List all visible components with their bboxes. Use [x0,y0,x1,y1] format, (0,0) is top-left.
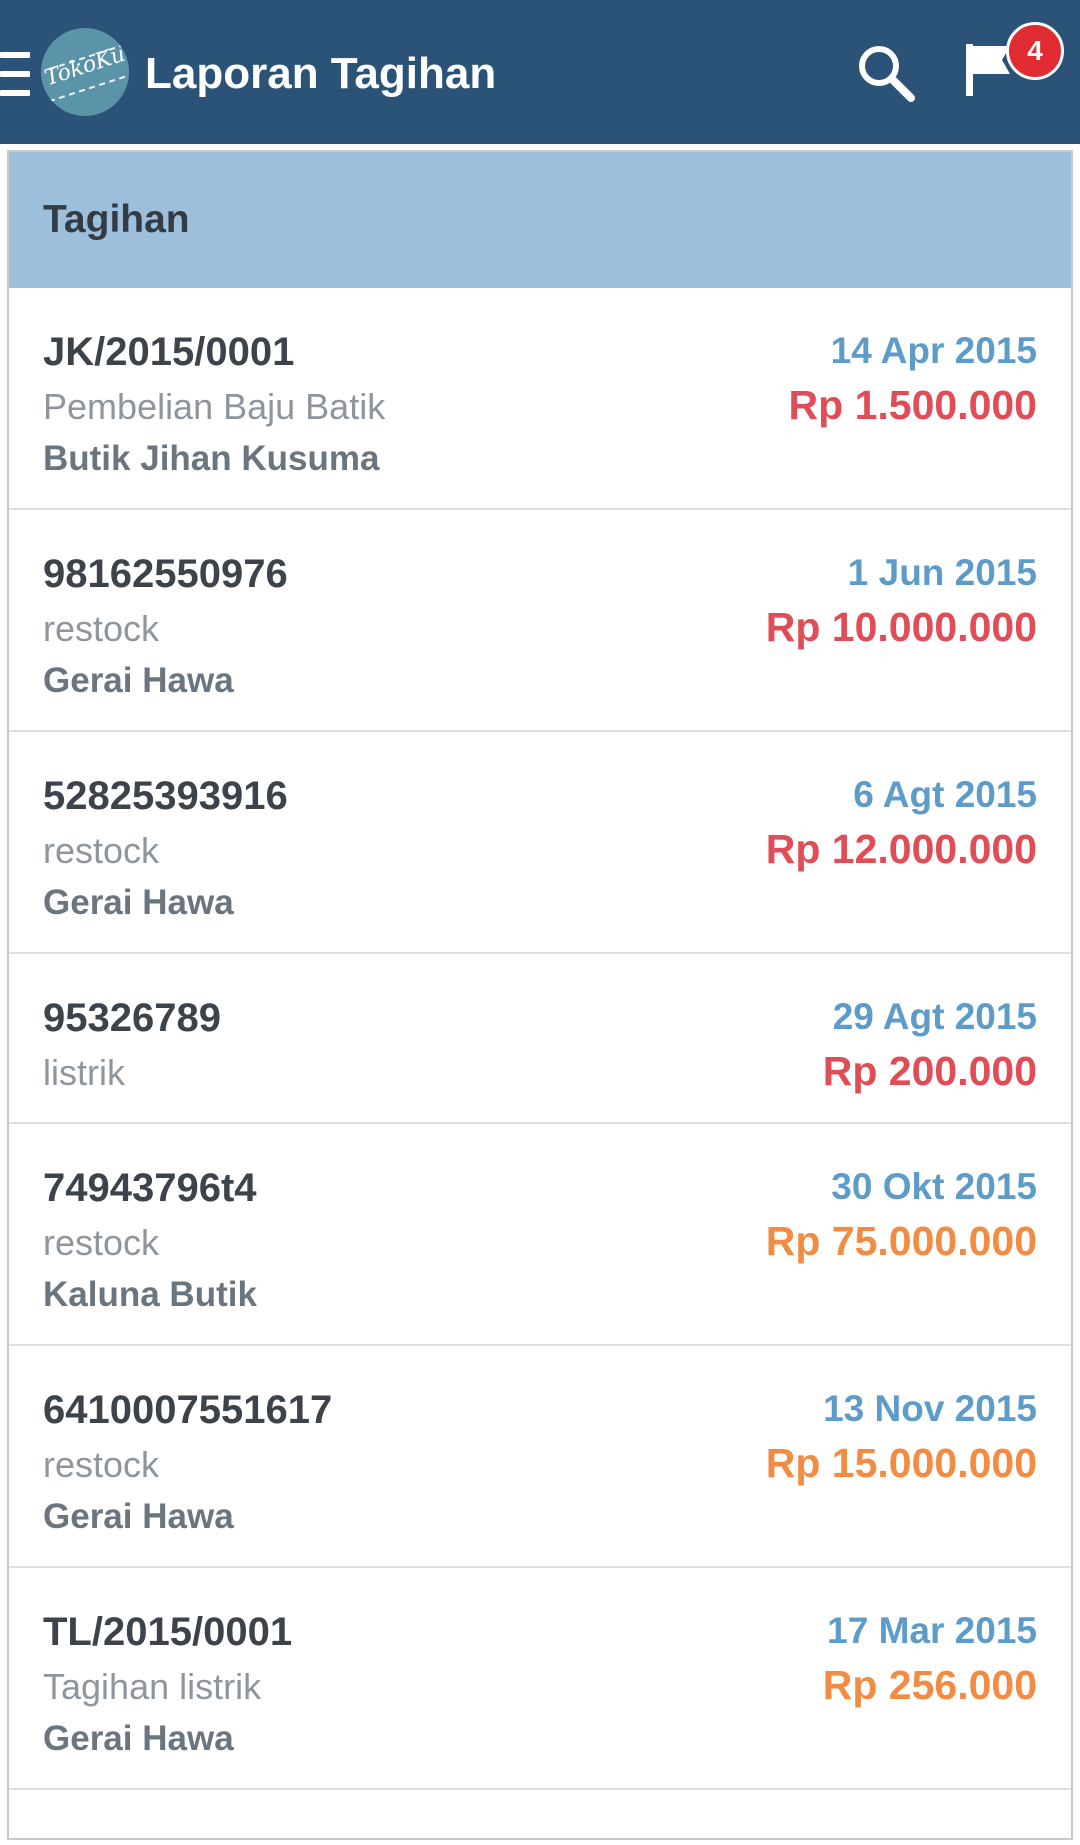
bill-id: JK/2015/0001 [43,330,295,374]
bill-amount: Rp 10.000.000 [765,604,1037,650]
logo-text: TokoKu [41,41,129,92]
bill-row[interactable]: TL/2015/0001 Tagihan listrik Gerai Hawa … [9,1568,1071,1790]
bill-vendor: Gerai Hawa [43,1497,234,1536]
bill-id: 95326789 [43,996,221,1040]
bill-date: 1 Jun 2015 [847,552,1037,593]
bill-date: 29 Agt 2015 [832,996,1037,1037]
bill-row[interactable]: 74943796t4 restock Kaluna Butik 30 Okt 2… [9,1124,1071,1346]
bill-description: Tagihan listrik [43,1666,262,1707]
bill-vendor: Butik Jihan Kusuma [43,439,380,478]
bill-description: restock [43,830,160,871]
hamburger-menu-icon[interactable] [0,52,30,96]
bill-row[interactable]: JK/2015/0001 Pembelian Baju Batik Butik … [9,288,1071,510]
bill-row[interactable]: 95326789 listrik 29 Agt 2015 Rp 200.000 [9,954,1071,1124]
page-title: Laporan Tagihan [145,49,497,98]
tokoku-logo[interactable]: TokoKu [41,28,129,116]
bill-amount: Rp 75.000.000 [765,1218,1037,1264]
notification-badge[interactable]: 4 [1006,22,1064,80]
panel-header: Tagihan [9,152,1071,288]
bill-id: TL/2015/0001 [43,1610,293,1654]
bill-row[interactable]: 52825393916 restock Gerai Hawa 6 Agt 201… [9,732,1071,954]
bill-amount: Rp 200.000 [822,1048,1037,1094]
bill-date: 6 Agt 2015 [853,774,1037,815]
bill-description: Pembelian Baju Batik [43,386,386,427]
bill-vendor: Kaluna Butik [43,1275,257,1314]
bill-id: 52825393916 [43,774,288,818]
bills-panel: Tagihan JK/2015/0001 Pembelian Baju Bati… [7,150,1073,1840]
bill-id: 6410007551617 [43,1388,333,1432]
bill-date: 17 Mar 2015 [827,1610,1037,1651]
bill-row[interactable]: 6410007551617 restock Gerai Hawa 13 Nov … [9,1346,1071,1568]
bill-amount: Rp 12.000.000 [765,826,1037,872]
bill-row[interactable]: 98162550976 restock Gerai Hawa 1 Jun 201… [9,510,1071,732]
bill-amount: Rp 256.000 [822,1662,1037,1708]
bill-date: 13 Nov 2015 [823,1388,1037,1429]
bill-vendor: Gerai Hawa [43,883,234,922]
bill-description: listrik [43,1052,125,1093]
bill-vendor: Gerai Hawa [43,1719,234,1758]
bill-date: 30 Okt 2015 [831,1166,1037,1207]
bill-id: 74943796t4 [43,1166,257,1210]
bill-amount: Rp 1.500.000 [788,382,1037,428]
app-bar: TokoKu Laporan Tagihan 4 [0,0,1080,144]
bill-vendor: Gerai Hawa [43,661,234,700]
bill-description: restock [43,1444,160,1485]
bill-amount: Rp 15.000.000 [765,1440,1037,1486]
panel-title: Tagihan [43,198,190,241]
bill-id: 98162550976 [43,552,288,596]
search-icon[interactable] [855,42,917,104]
bill-description: restock [43,608,160,649]
bill-description: restock [43,1222,160,1263]
bill-date: 14 Apr 2015 [830,330,1037,371]
